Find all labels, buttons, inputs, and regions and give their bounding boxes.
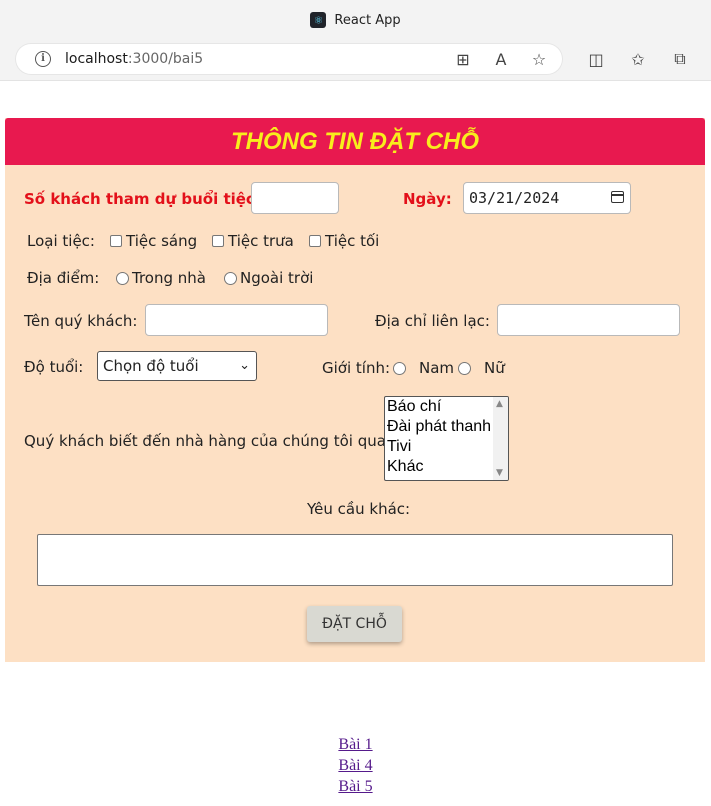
radio-nam[interactable]: [393, 362, 406, 375]
guest-count-label: Số khách tham dự buổi tiệc:: [24, 190, 261, 208]
source-label: Quý khách biết đến nhà hàng của chúng tô…: [24, 432, 391, 450]
source-listbox[interactable]: Báo chí Đài phát thanh Tivi Khác ▲ ▼: [384, 396, 509, 481]
other-requests-textarea[interactable]: [37, 534, 673, 586]
date-value: 03/21/2024: [469, 189, 560, 207]
url-path: :3000/bai5: [127, 51, 204, 67]
address-label: Địa chỉ liên lạc:: [375, 312, 490, 330]
age-selected-value: Chọn độ tuổi: [103, 357, 199, 375]
link-bai-5[interactable]: Bài 5: [0, 776, 711, 797]
form-title: THÔNG TIN ĐẶT CHỖ: [231, 127, 479, 155]
age-label: Độ tuổi:: [24, 358, 84, 376]
party-type-option: Tiệc sáng: [126, 232, 198, 250]
react-logo-icon: ⚛: [310, 12, 327, 28]
gender-option: Nam: [419, 359, 455, 377]
location-label: Địa điểm:: [27, 269, 100, 287]
address-input[interactable]: [497, 304, 680, 336]
radio-trong-nha[interactable]: [116, 272, 129, 285]
party-type-label: Loại tiệc:: [27, 232, 95, 250]
listbox-scrollbar[interactable]: ▲ ▼: [493, 397, 508, 480]
form-header: THÔNG TIN ĐẶT CHỖ: [5, 118, 705, 165]
date-label: Ngày:: [403, 190, 452, 208]
checkbox-tiec-sang[interactable]: [110, 235, 122, 247]
radio-nu[interactable]: [458, 362, 471, 375]
guest-name-input[interactable]: [145, 304, 328, 336]
checkbox-tiec-trua[interactable]: [212, 235, 224, 247]
guest-count-input[interactable]: [251, 182, 339, 214]
list-item[interactable]: Báo chí: [385, 397, 508, 417]
scroll-up-arrow-icon[interactable]: ▲: [496, 399, 503, 409]
app-available-icon[interactable]: ⊞: [454, 50, 472, 69]
read-aloud-icon[interactable]: A: [492, 50, 510, 69]
link-bai-1[interactable]: Bài 1: [0, 734, 711, 755]
guest-name-label: Tên quý khách:: [24, 312, 138, 330]
scroll-down-arrow-icon[interactable]: ▼: [496, 468, 503, 478]
list-item[interactable]: Tivi: [385, 437, 508, 457]
list-item[interactable]: Đài phát thanh: [385, 417, 508, 437]
browser-titlebar: ⚛ React App: [0, 0, 711, 40]
gender-label: Giới tính:: [322, 359, 391, 377]
favorites-icon[interactable]: ✩: [629, 50, 647, 69]
list-item[interactable]: Khác: [385, 457, 508, 477]
age-select[interactable]: Chọn độ tuổi ⌄: [97, 351, 257, 381]
checkbox-tiec-toi[interactable]: [309, 235, 321, 247]
party-type-option: Tiệc trưa: [228, 232, 294, 250]
calendar-icon[interactable]: [611, 191, 624, 203]
chevron-down-icon: ⌄: [239, 358, 250, 373]
info-icon[interactable]: i: [35, 51, 51, 67]
other-requests-label: Yêu cầu khác:: [307, 500, 411, 518]
location-option: Ngoài trời: [240, 269, 314, 287]
page-links: Bài 1 Bài 4 Bài 5: [0, 734, 711, 797]
location-option: Trong nhà: [132, 269, 206, 287]
tab-title: React App: [334, 12, 401, 28]
url-host: localhost: [65, 51, 128, 67]
address-bar[interactable]: i localhost:3000/bai5 ⊞ A ☆: [16, 44, 562, 74]
browser-actions: ◫ ✩ ⧉: [587, 49, 689, 69]
date-input[interactable]: 03/21/2024: [463, 182, 631, 214]
link-bai-4[interactable]: Bài 4: [0, 755, 711, 776]
party-type-option: Tiệc tối: [325, 232, 380, 250]
radio-ngoai-troi[interactable]: [224, 272, 237, 285]
favorite-star-icon[interactable]: ☆: [530, 50, 548, 69]
booking-form: THÔNG TIN ĐẶT CHỖ Số khách tham dự buổi …: [5, 118, 705, 662]
submit-button[interactable]: ĐẶT CHỖ: [307, 606, 402, 642]
collections-icon[interactable]: ⧉: [671, 49, 689, 68]
split-screen-icon[interactable]: ◫: [587, 50, 605, 69]
gender-option: Nữ: [484, 359, 505, 377]
